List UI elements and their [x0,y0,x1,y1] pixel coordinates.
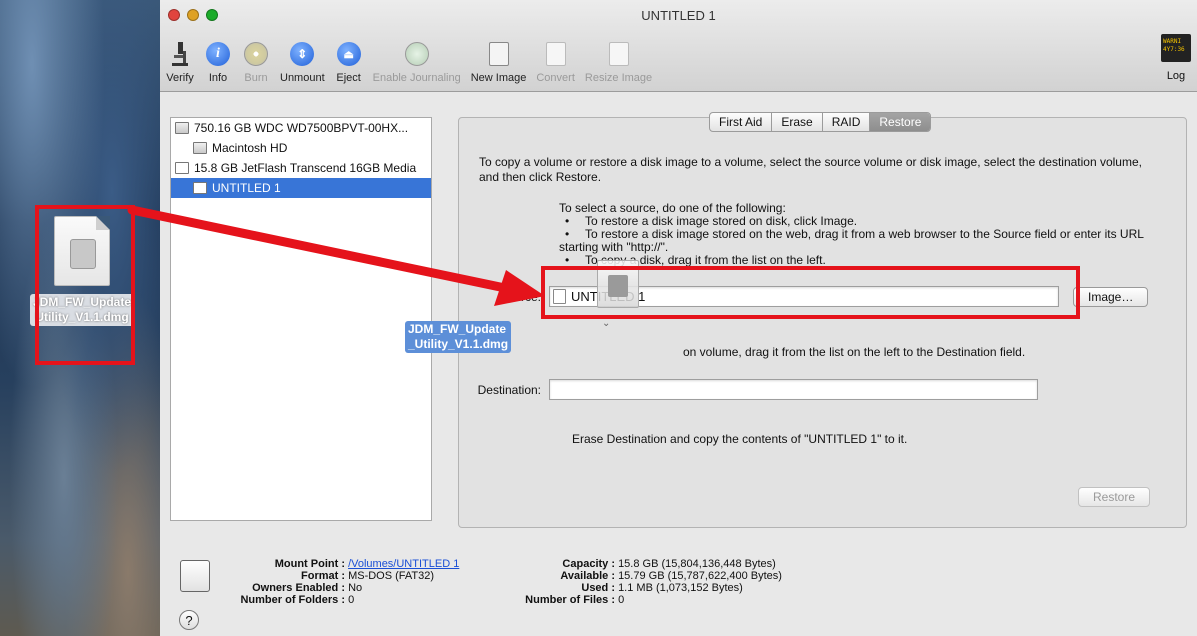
log-console-icon: WARNI 4Y7:36 [1161,34,1191,62]
convert-button[interactable]: Convert [536,40,575,84]
volume-icon [193,142,207,154]
owners-info: Owners Enabled : No [252,582,363,594]
new-image-button[interactable]: New Image [471,40,526,84]
sidebar-item-macintosh-hd[interactable]: Macintosh HD [171,138,431,158]
tab-erase[interactable]: Erase [772,113,823,131]
help-button[interactable]: ? [179,610,199,630]
mount-point-link[interactable]: /Volumes/UNTITLED 1 [348,558,459,570]
sidebar-item-internal-disk[interactable]: 750.16 GB WDC WD7500BPVT-00HX... [171,118,431,138]
destination-row: Destination: [459,379,1038,400]
microscope-icon [166,40,194,68]
annotation-box-desktop-file [35,205,135,365]
info-icon: i [204,40,232,68]
journaling-icon [403,40,431,68]
enable-journaling-button[interactable]: Enable Journaling [373,40,461,84]
erase-destination-note: Erase Destination and copy the contents … [572,432,908,446]
tab-first-aid[interactable]: First Aid [710,113,773,131]
restore-pane: First Aid Erase RAID Restore To copy a v… [458,112,1187,528]
annotation-box-source-field [541,266,1080,319]
resize-image-icon [605,40,633,68]
source-label: Source: [499,289,541,304]
window-title: UNTITLED 1 [641,8,716,23]
folders-info: Number of Folders : 0 [240,594,355,606]
destination-instruction: on volume, drag it from the list on the … [683,345,1026,359]
eject-button[interactable]: ⏏ Eject [335,40,363,84]
used-info: Used : 1.1 MB (1,073,152 Bytes) [581,582,743,594]
restore-button[interactable]: Restore [1078,487,1151,507]
sidebar-item-untitled-1[interactable]: UNTITLED 1 [171,178,431,198]
destination-field[interactable] [549,379,1038,400]
disk-list-sidebar: 750.16 GB WDC WD7500BPVT-00HX... Macinto… [170,117,432,521]
format-info: Format : MS-DOS (FAT32) [301,570,435,582]
available-info: Available : 15.79 GB (15,787,622,400 Byt… [560,570,782,582]
burn-button[interactable]: Burn [242,40,270,84]
log-button[interactable]: WARNI 4Y7:36 Log [1161,34,1191,82]
dragged-file-label: JDM_FW_Update _Utility_V1.1.dmg [405,321,512,353]
usb-disk-icon [175,162,189,174]
convert-icon [542,40,570,68]
unmount-button[interactable]: ⇕ Unmount [280,40,325,84]
verify-button[interactable]: Verify [166,40,194,84]
volume-icon [193,182,207,194]
tab-bar: First Aid Erase RAID Restore [709,112,932,132]
burn-icon [242,40,270,68]
resize-image-button[interactable]: Resize Image [585,40,652,84]
info-button[interactable]: i Info [204,40,232,84]
mount-point-info: Mount Point : /Volumes/UNTITLED 1 [274,558,460,570]
files-info: Number of Files : 0 [525,594,625,606]
selected-volume-icon [180,560,210,592]
eject-icon: ⏏ [335,40,363,68]
title-bar: UNTITLED 1 Verify i Info Burn ⇕ Unmount … [160,0,1197,92]
split-view-handle[interactable]: ⌄ [602,318,610,329]
unmount-icon: ⇕ [288,40,316,68]
new-image-icon [485,40,513,68]
tab-restore[interactable]: Restore [870,113,931,131]
toolbar: Verify i Info Burn ⇕ Unmount ⏏ Eject Ena… [166,32,662,84]
sidebar-item-usb-disk[interactable]: 15.8 GB JetFlash Transcend 16GB Media [171,158,431,178]
capacity-info: Capacity : 15.8 GB (15,804,136,448 Bytes… [562,558,776,570]
tab-raid[interactable]: RAID [823,113,871,131]
disk-info-bar: ? Mount Point : /Volumes/UNTITLED 1 Form… [160,548,1197,636]
restore-intro: To copy a volume or restore a disk image… [479,155,1142,184]
destination-label: Destination: [477,382,541,397]
hard-disk-icon [175,122,189,134]
image-button[interactable]: Image… [1073,286,1149,307]
source-instructions: To select a source, do one of the follow… [559,201,1144,267]
